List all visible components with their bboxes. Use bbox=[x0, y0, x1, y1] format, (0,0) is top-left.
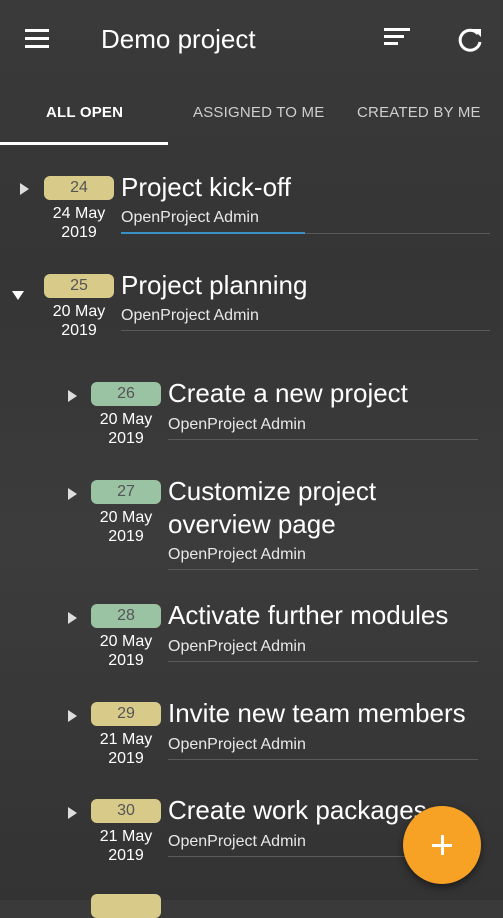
expand-icon[interactable] bbox=[20, 183, 29, 195]
tab-indicator bbox=[0, 142, 168, 145]
date-label: 21 May 2019 bbox=[99, 731, 153, 767]
date-label: 20 May 2019 bbox=[52, 303, 106, 339]
subject-label: Project kick-off bbox=[121, 172, 292, 202]
expand-icon[interactable] bbox=[68, 612, 77, 624]
app-bar: Demo project bbox=[0, 0, 503, 80]
id-badge: 30 bbox=[91, 799, 161, 823]
id-badge: 25 bbox=[44, 274, 114, 298]
focus-indicator bbox=[121, 232, 305, 234]
expand-icon[interactable] bbox=[68, 488, 77, 500]
subject-label: Activate further modules bbox=[168, 600, 449, 630]
subject-label: Create a new project bbox=[168, 378, 408, 408]
add-work-package-button[interactable] bbox=[403, 806, 481, 884]
id-badge: 29 bbox=[91, 702, 161, 726]
subject-label: Create work packages bbox=[168, 795, 427, 825]
menu-icon[interactable] bbox=[20, 26, 54, 54]
subject-label: Invite new team members bbox=[168, 698, 466, 728]
divider bbox=[121, 330, 490, 331]
author-label: OpenProject Admin bbox=[168, 546, 306, 563]
date-label: 21 May 2019 bbox=[99, 828, 153, 864]
id-badge: 26 bbox=[91, 382, 161, 406]
id-badge: 27 bbox=[91, 480, 161, 504]
subject-label: Project planning bbox=[121, 270, 308, 300]
date-label: 20 May 2019 bbox=[99, 633, 153, 669]
author-label: OpenProject Admin bbox=[168, 638, 306, 655]
id-badge bbox=[91, 894, 161, 918]
date-label: 24 May 2019 bbox=[52, 205, 106, 241]
divider bbox=[168, 661, 478, 662]
collapse-icon[interactable] bbox=[12, 291, 24, 300]
author-label: OpenProject Admin bbox=[168, 416, 306, 433]
id-badge: 24 bbox=[44, 176, 114, 200]
subject-label: Customize project overview page bbox=[168, 476, 377, 539]
page-title: Demo project bbox=[101, 24, 256, 54]
author-label: OpenProject Admin bbox=[168, 833, 306, 850]
date-label: 20 May 2019 bbox=[99, 509, 153, 545]
expand-icon[interactable] bbox=[68, 807, 77, 819]
tab-all-open[interactable]: ALL OPEN bbox=[46, 104, 123, 121]
refresh-icon[interactable] bbox=[452, 22, 488, 58]
author-label: OpenProject Admin bbox=[168, 736, 306, 753]
tab-bar: ALL OPEN ASSIGNED TO ME CREATED BY ME bbox=[0, 80, 503, 146]
tab-created-by-me[interactable]: CREATED BY ME bbox=[357, 104, 481, 121]
sort-icon[interactable] bbox=[384, 24, 420, 56]
divider bbox=[168, 439, 478, 440]
expand-icon[interactable] bbox=[68, 710, 77, 722]
id-badge: 28 bbox=[91, 604, 161, 628]
author-label: OpenProject Admin bbox=[121, 209, 259, 226]
date-label: 20 May 2019 bbox=[99, 411, 153, 447]
expand-icon[interactable] bbox=[68, 390, 77, 402]
tab-assigned-to-me[interactable]: ASSIGNED TO ME bbox=[193, 104, 324, 121]
author-label: OpenProject Admin bbox=[121, 307, 259, 324]
divider bbox=[168, 759, 478, 760]
divider bbox=[168, 569, 478, 570]
